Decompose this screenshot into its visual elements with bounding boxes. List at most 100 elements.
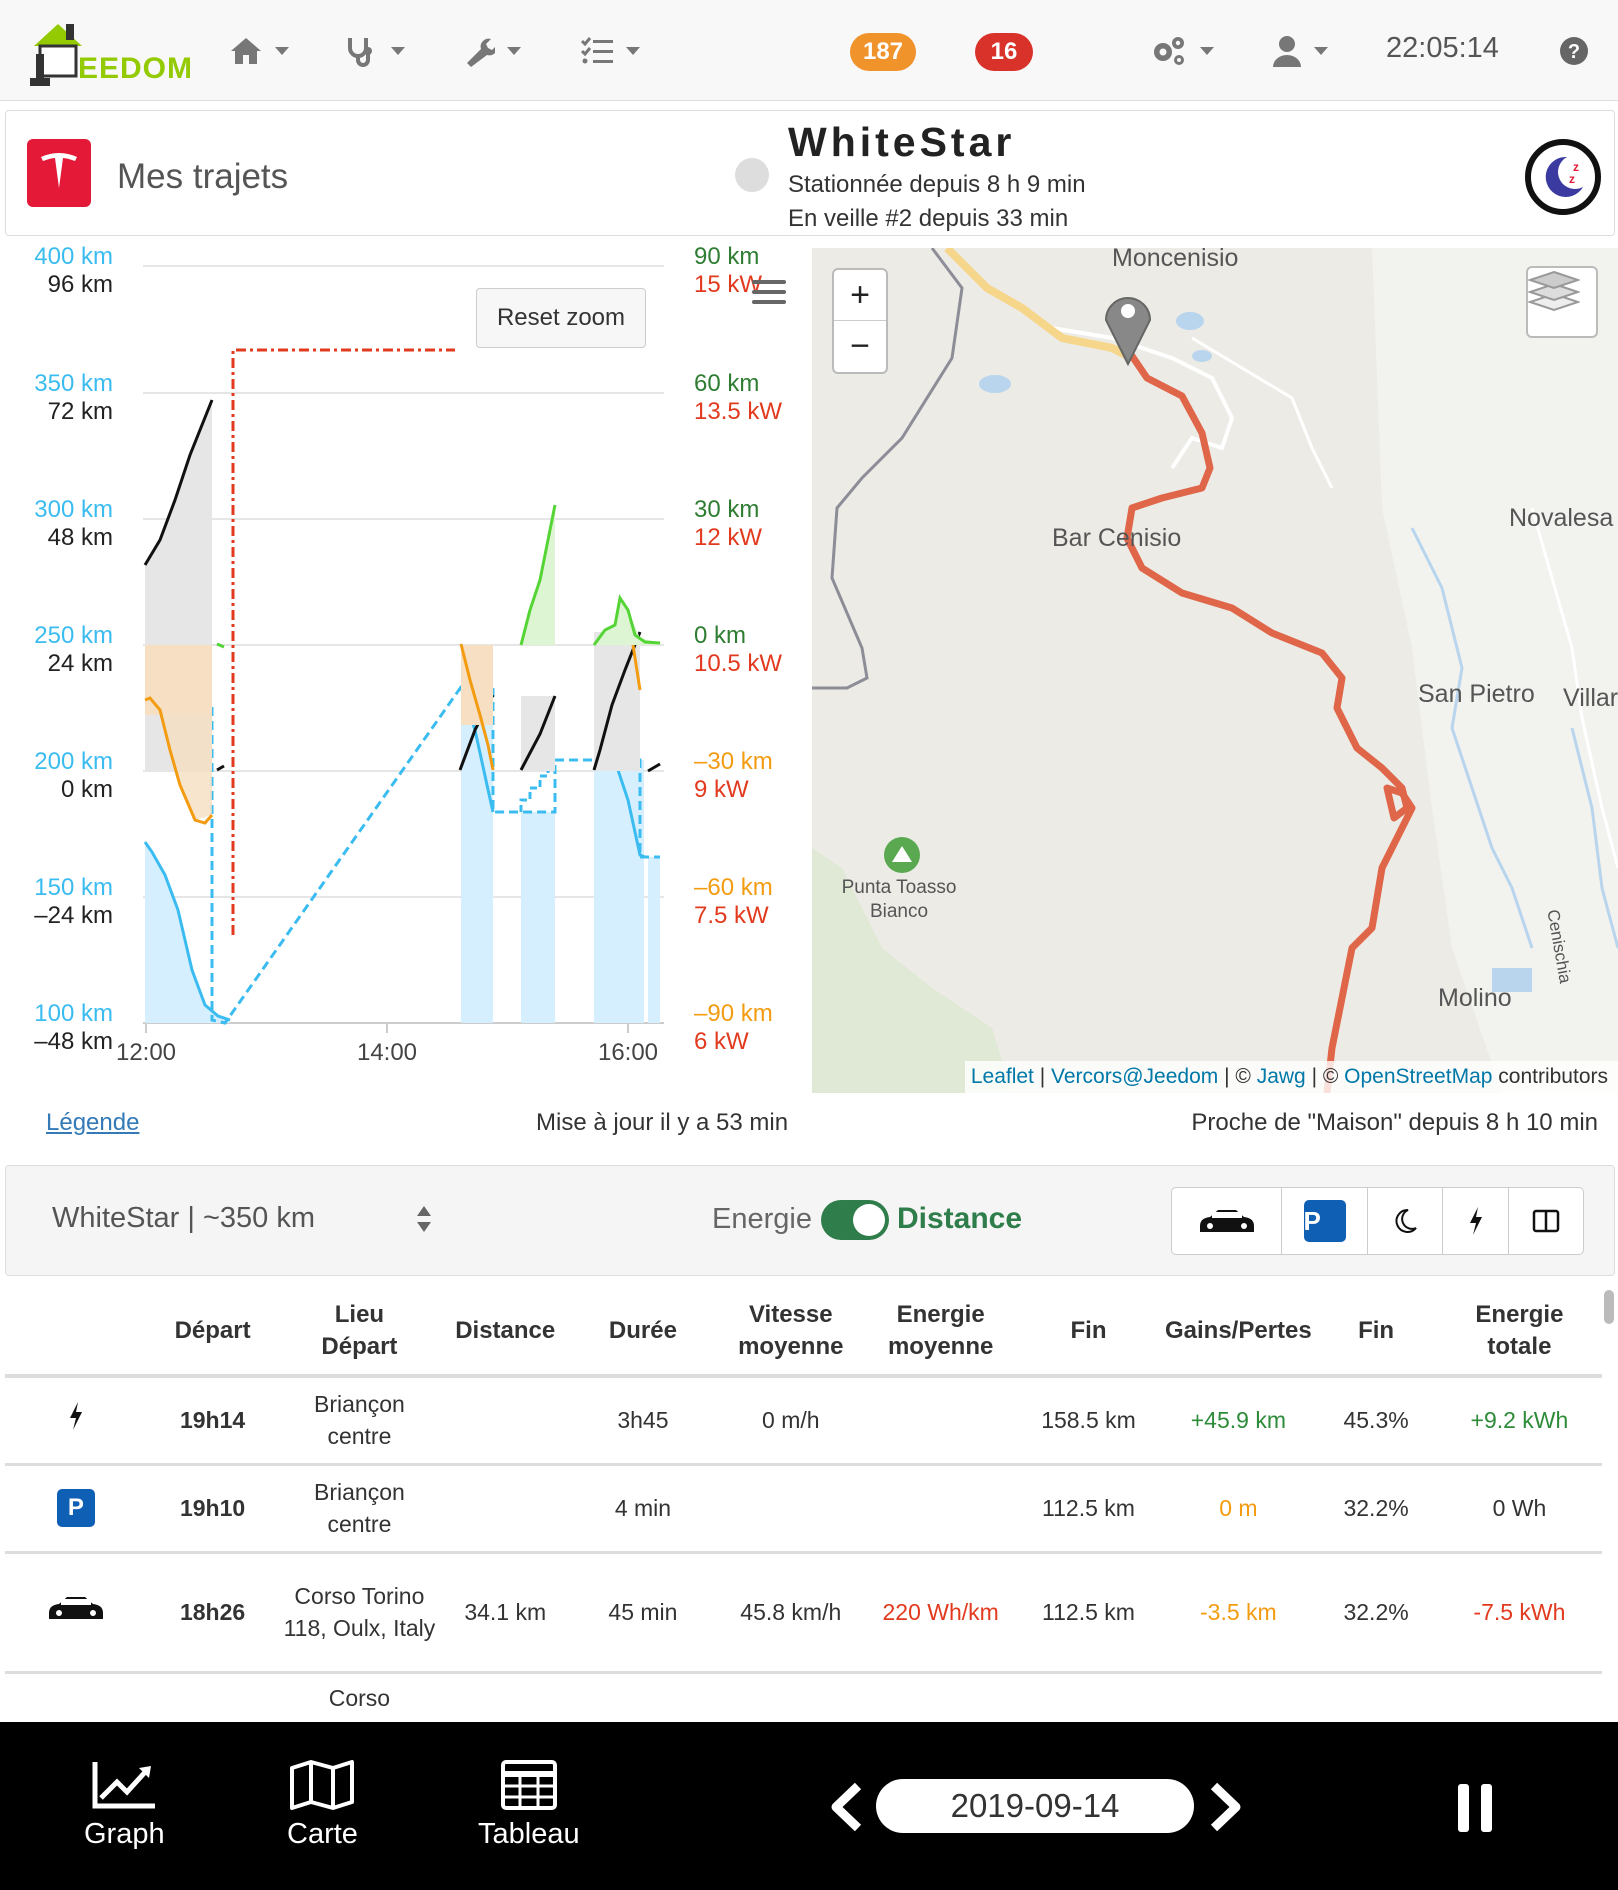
- toggle-knob: [853, 1204, 885, 1236]
- row-type-cell: [5, 1672, 147, 1720]
- col-fin-pct[interactable]: Fin: [1315, 1288, 1437, 1378]
- charge-icon: [69, 1402, 82, 1431]
- table-row[interactable]: 19h14 Briançon centre 3h45 0 m/h 158.5 k…: [5, 1376, 1602, 1466]
- col-gains-pertes[interactable]: Gains/Pertes: [1161, 1288, 1316, 1378]
- car-icon: [1199, 1210, 1254, 1232]
- jawg-link[interactable]: Jawg: [1257, 1065, 1306, 1088]
- col-energie-moyenne[interactable]: Energie moyenne: [865, 1288, 1016, 1378]
- energie-moy-cell: [865, 1464, 1016, 1554]
- col-depart[interactable]: Départ: [146, 1288, 279, 1378]
- table-icon: [500, 1760, 557, 1810]
- depart-cell: [146, 1672, 279, 1720]
- range-area-3: [521, 812, 555, 1023]
- table-scrollbar[interactable]: [1604, 1290, 1614, 1324]
- chevron-down-icon: [626, 47, 640, 55]
- osm-link[interactable]: OpenStreetMap: [1344, 1065, 1492, 1088]
- table-tab[interactable]: Tableau: [478, 1760, 580, 1851]
- map-label-san-pietro: San Pietro: [1418, 680, 1535, 708]
- col-vitesse[interactable]: Vitesse moyenne: [715, 1288, 866, 1378]
- sleep-filter-button[interactable]: [1368, 1188, 1443, 1254]
- tesla-logo-icon: [27, 139, 91, 207]
- chart-svg: 400 km 350 km 300 km 250 km 200 km 150 km 100 …: [34, 243, 782, 1066]
- y-left-range-tick-label: 350 km: [34, 370, 113, 397]
- map-layers-button[interactable]: [1526, 266, 1598, 338]
- col-duree[interactable]: Durée: [570, 1288, 716, 1378]
- nav-tasks[interactable]: [580, 30, 640, 72]
- fin-pct-cell: 32.2%: [1315, 1552, 1437, 1674]
- leaflet-link[interactable]: Leaflet: [971, 1065, 1034, 1088]
- alert-count-badge[interactable]: 16: [975, 33, 1033, 71]
- zoom-out-button[interactable]: −: [834, 321, 886, 372]
- y-left-range-tick-label: 250 km: [34, 622, 113, 649]
- connection-status-dot: [735, 158, 769, 192]
- distance-cell: 34.1 km: [440, 1552, 571, 1674]
- lieu-cell: Briançon centre: [278, 1464, 441, 1554]
- table-header-row: Départ Lieu Départ Distance Durée Vitesse…: [5, 1288, 1602, 1378]
- fin-pct-cell: 45.3%: [1315, 1376, 1437, 1466]
- map-label-moncenisio: Moncenisio: [1112, 248, 1239, 272]
- energie-moy-cell: [865, 1376, 1016, 1466]
- map-icon: [290, 1760, 355, 1810]
- distance-label[interactable]: Distance: [897, 1202, 1022, 1236]
- energie-tot-cell: +9.2 kWh: [1436, 1376, 1602, 1466]
- vercors-link[interactable]: Vercors@Jeedom: [1051, 1065, 1218, 1088]
- energie-tot-cell: -7.5 kWh: [1436, 1552, 1602, 1674]
- energy-label[interactable]: Energie: [712, 1203, 812, 1236]
- nav-health[interactable]: [345, 30, 405, 72]
- bottom-toolbar: Graph Carte Tableau 2019-09-14: [0, 1722, 1618, 1890]
- col-distance[interactable]: Distance: [440, 1288, 571, 1378]
- lieu-cell: Corso: [278, 1672, 441, 1720]
- car-name: WhiteStar: [788, 119, 1016, 165]
- pause-icon[interactable]: [1455, 1782, 1495, 1834]
- trip-chart[interactable]: 400 km 350 km 300 km 250 km 200 km 150 km 100 …: [0, 240, 812, 1100]
- map-label-novalesa: Novalesa: [1509, 504, 1614, 532]
- reset-zoom-button[interactable]: Reset zoom: [476, 288, 646, 348]
- chevron-down-icon: [1200, 47, 1214, 55]
- distance-cell: [440, 1672, 571, 1720]
- trips-table-container[interactable]: Départ Lieu Départ Distance Durée Vitesse…: [5, 1288, 1602, 1720]
- chart-menu-icon[interactable]: [752, 280, 786, 308]
- fin-km-cell: 158.5 km: [1015, 1376, 1162, 1466]
- car-icon: [48, 1597, 103, 1619]
- nav-settings[interactable]: [1150, 30, 1214, 72]
- fin-pct-cell: 32.2%: [1315, 1464, 1437, 1554]
- columns-toggle-button[interactable]: [1509, 1188, 1583, 1254]
- y-left-range-tick-label: 300 km: [34, 496, 113, 523]
- range-area-5: [648, 857, 660, 1023]
- table-row[interactable]: Corso: [5, 1672, 1602, 1720]
- date-selector[interactable]: 2019-09-14: [876, 1779, 1194, 1833]
- col-energie-totale[interactable]: Energie totale: [1436, 1288, 1602, 1378]
- legend-link[interactable]: Légende: [46, 1109, 139, 1137]
- next-day-icon[interactable]: [1206, 1782, 1246, 1832]
- energy-distance-toggle[interactable]: [821, 1200, 889, 1240]
- nav-user[interactable]: [1272, 30, 1328, 72]
- energie-tot-cell: 0 Wh: [1436, 1464, 1602, 1554]
- table-row[interactable]: P 19h10 Briançon centre 4 min 112.5 km 0…: [5, 1464, 1602, 1554]
- nav-tools[interactable]: [463, 30, 521, 72]
- drive-filter-button[interactable]: [1172, 1188, 1282, 1254]
- previous-day-icon[interactable]: [826, 1782, 866, 1832]
- nav-home[interactable]: [229, 30, 289, 72]
- range-area-4: [594, 760, 644, 1023]
- col-fin-km[interactable]: Fin: [1015, 1288, 1162, 1378]
- park-filter-button[interactable]: P: [1282, 1188, 1368, 1254]
- map-tab[interactable]: Carte: [287, 1760, 358, 1851]
- car-select[interactable]: WhiteStar | ~350 km: [52, 1202, 315, 1235]
- charge-filter-button[interactable]: [1443, 1188, 1509, 1254]
- select-arrows-icon[interactable]: [415, 1204, 433, 1234]
- jeedom-logo[interactable]: EEDOM: [30, 18, 192, 88]
- message-count-badge[interactable]: 187: [850, 33, 916, 71]
- table-row[interactable]: 18h26 Corso Torino 118, Oulx, Italy 34.1…: [5, 1552, 1602, 1674]
- graph-tab[interactable]: Graph: [84, 1760, 165, 1851]
- vitesse-cell: [715, 1672, 866, 1720]
- power-line: [231, 348, 455, 935]
- energie-tot-cell: [1436, 1672, 1602, 1720]
- chevron-down-icon: [507, 47, 521, 55]
- zoom-in-button[interactable]: +: [834, 270, 886, 321]
- help-icon[interactable]: ?: [1559, 36, 1589, 66]
- col-lieu-depart[interactable]: Lieu Départ: [278, 1288, 441, 1378]
- y-right-power-tick-label: 6 kW: [694, 1028, 749, 1055]
- trip-map[interactable]: Moncenisio Bar Cenisio Novalesa San Piet…: [812, 248, 1618, 1093]
- fin-pct-cell: [1315, 1672, 1437, 1720]
- fin-km-cell: 112.5 km: [1015, 1464, 1162, 1554]
